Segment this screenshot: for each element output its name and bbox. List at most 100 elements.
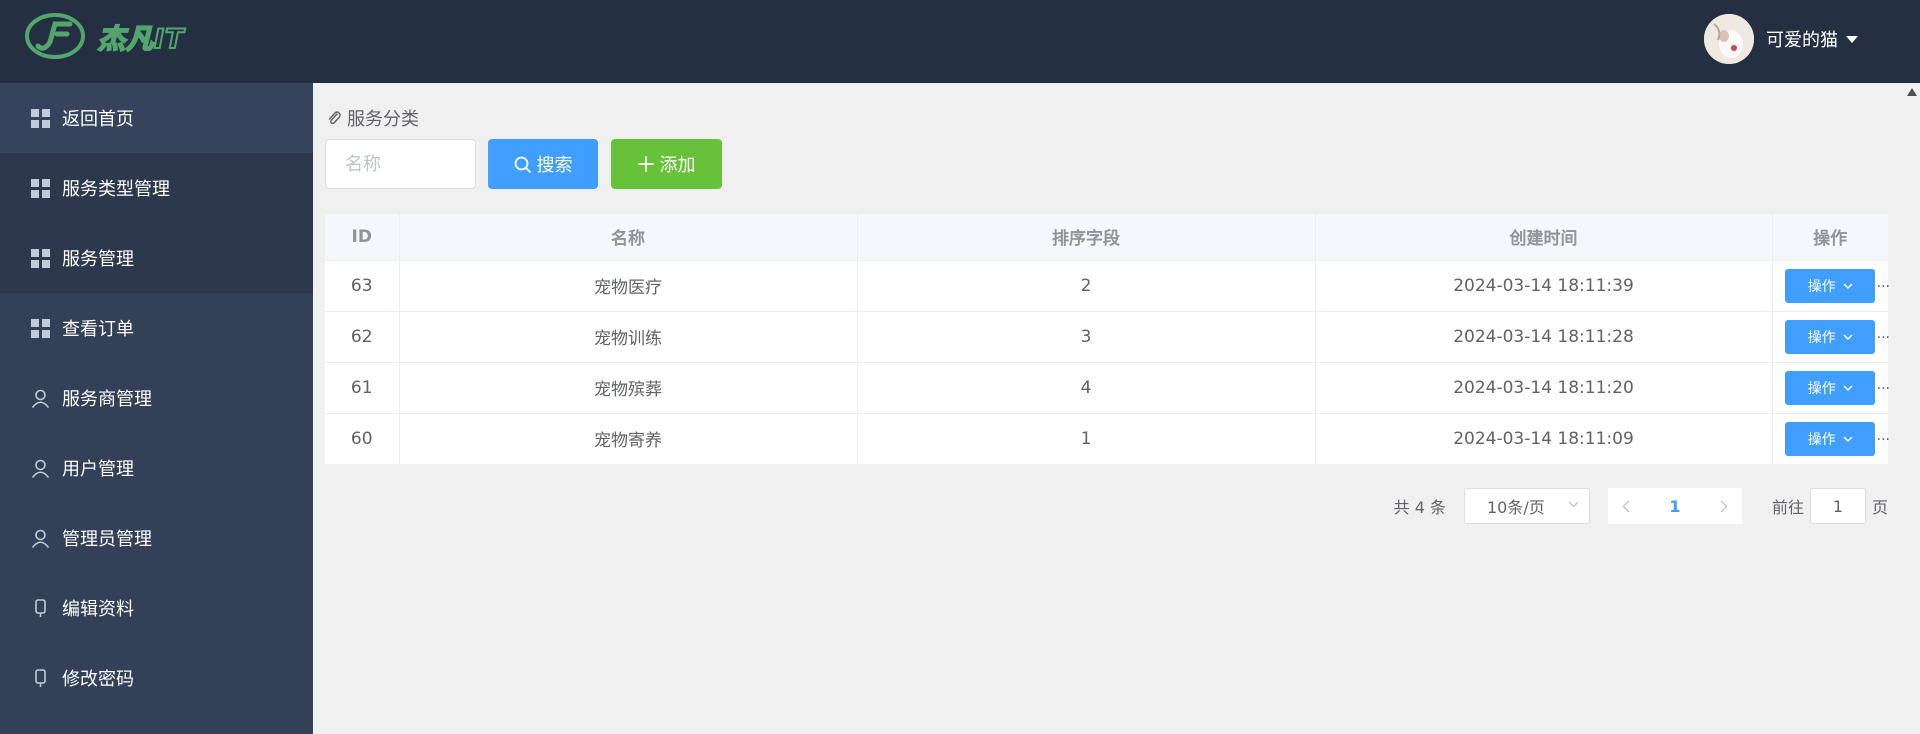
cell-created: 2024-03-14 18:11:28 [1315, 311, 1773, 363]
sidebar-item-admins[interactable]: 管理员管理 [0, 503, 313, 573]
sidebar-item-label: 服务商管理 [62, 389, 152, 410]
grid-icon [31, 108, 50, 128]
cell-sort: 2 [857, 260, 1316, 312]
cell-id: 62 [325, 311, 400, 363]
actions-dropdown-button[interactable]: 操作 [1785, 268, 1876, 303]
table-row[interactable]: 62 宠物训练 3 2024-03-14 18:11:28 操作 ... [325, 311, 1890, 363]
actions-dropdown-button[interactable]: 操作 [1785, 370, 1876, 405]
actions-label: 操作 [1807, 278, 1836, 295]
user-icon [31, 459, 50, 478]
sidebar-item-label: 服务管理 [62, 249, 134, 270]
sidebar: 返回首页 服务类型管理 服务管理 查看订单 服务商管理 用户管理 管理员管理 编… [0, 83, 313, 734]
goto-label: 前往 [1771, 498, 1804, 517]
column-header-name[interactable]: 名称 [399, 214, 858, 261]
paperclip-icon [328, 111, 341, 125]
cell-name: 宠物医疗 [399, 260, 858, 312]
user-menu[interactable]: 可爱的猫 [1704, 14, 1858, 64]
cell-actions: 操作 ... [1772, 362, 1890, 414]
grid-icon [31, 178, 50, 198]
sidebar-item-label: 查看订单 [62, 319, 134, 340]
main-content: 服务分类 搜索 添加 ID 名称 排序字段 创建时间 操作 [313, 83, 1904, 734]
cell-id: 63 [325, 260, 400, 312]
sidebar-item-providers[interactable]: 服务商管理 [0, 363, 313, 433]
cell-name: 宠物寄养 [399, 413, 858, 465]
cell-sort: 4 [857, 362, 1316, 414]
column-header-id[interactable]: ID [325, 214, 400, 261]
search-button[interactable]: 搜索 [488, 139, 598, 189]
phone-icon [31, 668, 50, 688]
table-row[interactable]: 61 宠物殡葬 4 2024-03-14 18:11:20 操作 ... [325, 362, 1890, 414]
user-name[interactable]: 可爱的猫 [1766, 26, 1838, 52]
page-number-current[interactable]: 1 [1669, 497, 1680, 516]
sidebar-item-services[interactable]: 服务管理 [0, 223, 313, 293]
brand-logo[interactable]: 杰凡IT [24, 12, 184, 60]
table-row[interactable]: 60 宠物寄养 1 2024-03-14 18:11:09 操作 ... [325, 413, 1890, 465]
actions-label: 操作 [1807, 380, 1836, 397]
cell-actions: 操作 ... [1772, 311, 1890, 363]
pagination-total: 共 4 条 [1393, 498, 1446, 517]
search-input[interactable] [325, 139, 476, 189]
caret-down-icon[interactable] [1846, 35, 1858, 43]
overflow-ellipsis: ... [1876, 325, 1890, 342]
table-row[interactable]: 63 宠物医疗 2 2024-03-14 18:11:39 操作 ... [325, 260, 1890, 312]
goto-page-input[interactable] [1809, 488, 1866, 524]
chevron-down-icon [1843, 283, 1853, 289]
cat-avatar[interactable] [1704, 14, 1754, 64]
top-header: 杰凡IT 可爱的猫 [0, 0, 1920, 83]
overflow-ellipsis: ... [1876, 274, 1890, 291]
sidebar-item-service-types[interactable]: 服务类型管理 [0, 153, 313, 223]
overflow-ellipsis: ... [1876, 376, 1890, 393]
add-button[interactable]: 添加 [611, 139, 722, 189]
cell-name: 宠物训练 [399, 311, 858, 363]
actions-label: 操作 [1807, 329, 1836, 346]
brand-name: 杰凡IT [97, 23, 185, 56]
chevron-down-icon [1843, 334, 1853, 340]
user-icon [31, 529, 50, 548]
sidebar-item-label: 修改密码 [62, 669, 134, 690]
sidebar-item-users[interactable]: 用户管理 [0, 433, 313, 503]
cell-created: 2024-03-14 18:11:09 [1315, 413, 1773, 465]
chevron-right-icon[interactable] [1720, 500, 1728, 513]
plus-icon [637, 156, 654, 172]
cell-sort: 1 [857, 413, 1316, 465]
cell-name: 宠物殡葬 [399, 362, 858, 414]
cell-created: 2024-03-14 18:11:20 [1315, 362, 1773, 414]
search-icon [514, 156, 531, 173]
vertical-scrollbar[interactable] [1904, 83, 1920, 734]
cell-id: 60 [325, 413, 400, 465]
scroll-up-arrow-icon[interactable] [1907, 88, 1917, 96]
table-header-row: ID 名称 排序字段 创建时间 操作 [325, 214, 1888, 261]
cell-id: 61 [325, 362, 400, 414]
sidebar-item-label: 管理员管理 [62, 529, 152, 550]
grid-icon [31, 318, 50, 338]
cell-actions: 操作 ... [1772, 413, 1890, 465]
actions-label: 操作 [1807, 431, 1836, 448]
sidebar-item-change-password[interactable]: 修改密码 [0, 643, 313, 713]
sidebar-item-label: 编辑资料 [62, 599, 134, 620]
page-unit-label: 页 [1871, 498, 1888, 517]
service-category-table: ID 名称 排序字段 创建时间 操作 63 宠物医疗 2 2024-03-14 … [325, 214, 1890, 465]
sidebar-item-edit-profile[interactable]: 编辑资料 [0, 573, 313, 643]
chevron-left-icon[interactable] [1622, 500, 1630, 513]
cell-actions: 操作 ... [1772, 260, 1890, 312]
breadcrumb: 服务分类 [327, 105, 419, 131]
user-icon [31, 389, 50, 408]
actions-dropdown-button[interactable]: 操作 [1785, 421, 1876, 456]
sidebar-item-orders[interactable]: 查看订单 [0, 293, 313, 363]
add-button-label: 添加 [659, 155, 696, 176]
page-size-select[interactable]: 10条/页 [1463, 488, 1590, 524]
column-header-created[interactable]: 创建时间 [1315, 214, 1773, 261]
page-size-value: 10条/页 [1486, 498, 1545, 517]
cell-created: 2024-03-14 18:11:39 [1315, 260, 1773, 312]
page-title: 服务分类 [347, 109, 419, 130]
pagination: 共 4 条 10条/页 1 前往 页 [1394, 488, 1888, 524]
page-navigator: 1 [1607, 488, 1742, 524]
phone-icon [31, 598, 50, 618]
chevron-down-icon [1568, 501, 1579, 508]
cell-sort: 3 [857, 311, 1316, 363]
sidebar-item-label: 用户管理 [62, 459, 134, 480]
actions-dropdown-button[interactable]: 操作 [1785, 319, 1876, 354]
sidebar-item-home[interactable]: 返回首页 [0, 83, 313, 153]
column-header-sort[interactable]: 排序字段 [857, 214, 1316, 261]
column-header-actions: 操作 [1772, 214, 1888, 261]
